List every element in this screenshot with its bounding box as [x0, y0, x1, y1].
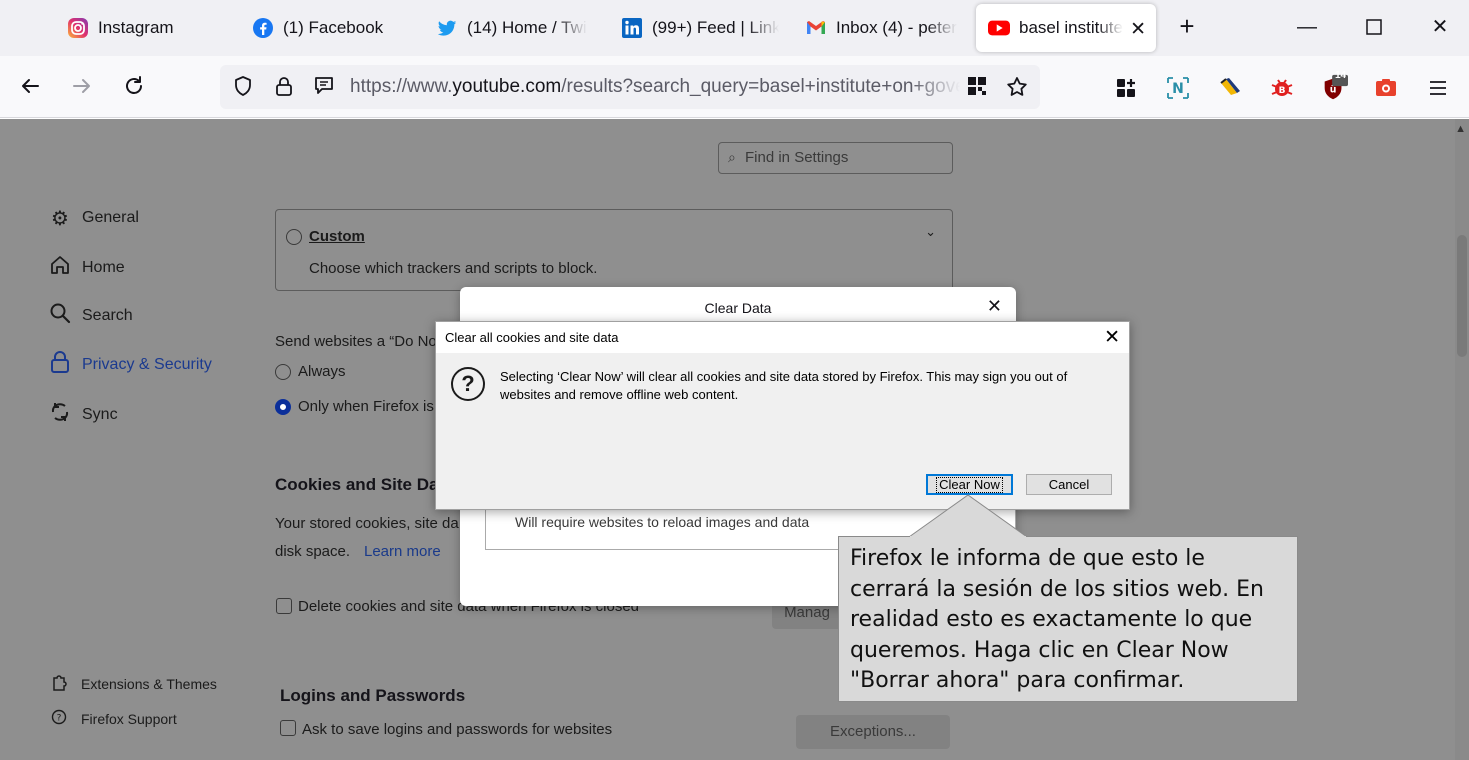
- cookies-heading: Cookies and Site Da: [275, 475, 439, 494]
- bookmark-star-icon[interactable]: [1005, 75, 1029, 99]
- exceptions-button[interactable]: Exceptions...: [796, 715, 950, 749]
- gear-icon: ⚙: [51, 207, 69, 230]
- tab-youtube-active[interactable]: basel institute ✕: [976, 4, 1156, 52]
- custom-label: Custom: [309, 228, 365, 245]
- puzzle-icon: [48, 673, 70, 695]
- scrollbar-thumb[interactable]: [1457, 235, 1467, 357]
- gmail-icon: [805, 17, 827, 39]
- minimize-button[interactable]: —: [1287, 10, 1327, 44]
- linkedin-icon: [621, 17, 643, 39]
- search-icon: [47, 302, 73, 330]
- extensions-themes-link[interactable]: Extensions & Themes: [48, 673, 217, 695]
- clear-cookies-confirm-dialog: Clear all cookies and site data ✕ ? Sele…: [435, 321, 1130, 510]
- reload-button[interactable]: [118, 70, 150, 102]
- instagram-icon: [67, 17, 89, 39]
- category-home[interactable]: Home: [47, 253, 125, 283]
- help-icon: ?: [48, 709, 70, 729]
- cookies-description-cont: disk space.: [275, 543, 351, 560]
- svg-text:ü: ü: [1330, 85, 1337, 96]
- new-tab-button[interactable]: +: [1172, 10, 1202, 44]
- back-button[interactable]: [14, 70, 46, 102]
- screenshot-extension-icon[interactable]: [1372, 74, 1400, 102]
- facebook-icon: [252, 17, 274, 39]
- chevron-down-icon[interactable]: ⌄: [925, 224, 936, 240]
- tab-strip: Instagram (1) Facebook (14) Home / Twi (…: [0, 0, 1469, 56]
- dnt-only-when-radio[interactable]: [275, 399, 291, 415]
- pencil-extension-icon[interactable]: [1216, 74, 1244, 102]
- maximize-button[interactable]: [1354, 10, 1394, 44]
- tab-linkedin[interactable]: (99+) Feed | Link: [621, 4, 779, 52]
- cache-description: Will require websites to reload images a…: [515, 514, 810, 530]
- lock-icon[interactable]: [272, 75, 296, 99]
- svg-text:?: ?: [57, 714, 62, 724]
- svg-text:B: B: [1279, 86, 1286, 96]
- tab-facebook[interactable]: (1) Facebook: [252, 4, 412, 52]
- dnt-always-label: Always: [298, 363, 346, 380]
- close-window-button[interactable]: ✕: [1420, 10, 1460, 44]
- dnt-always-radio[interactable]: [275, 364, 291, 380]
- custom-protection-card[interactable]: Custom Choose which trackers and scripts…: [275, 209, 953, 291]
- lock-icon: [47, 350, 73, 380]
- learn-more-link[interactable]: Learn more: [364, 543, 441, 560]
- category-search[interactable]: Search: [47, 301, 133, 331]
- ublock-extension-icon[interactable]: ü 14: [1320, 70, 1348, 102]
- scroll-up-arrow-icon[interactable]: ▲: [1455, 123, 1466, 135]
- clear-data-title: Clear Data: [704, 300, 772, 316]
- find-in-settings-input[interactable]: ⌕ Find in Settings: [718, 142, 953, 174]
- tab-gmail[interactable]: Inbox (4) - peter: [805, 4, 963, 52]
- category-privacy-security[interactable]: Privacy & Security: [47, 350, 212, 380]
- sync-icon: [47, 401, 73, 429]
- cookies-description: Your stored cookies, site da: [275, 515, 459, 532]
- dnt-label: Send websites a “Do No: [275, 333, 437, 350]
- bug-extension-icon[interactable]: B: [1268, 74, 1296, 102]
- navigation-toolbar: https://www.youtube.com/results?search_q…: [0, 56, 1469, 118]
- dnt-only-when-label: Only when Firefox is: [298, 398, 434, 415]
- category-sync[interactable]: Sync: [47, 400, 118, 430]
- close-dialog-icon[interactable]: ✕: [987, 296, 1002, 317]
- question-icon: ?: [451, 367, 485, 401]
- forward-button[interactable]: [66, 70, 98, 102]
- ask-save-logins-label: Ask to save logins and passwords for web…: [302, 721, 613, 738]
- close-icon[interactable]: ✕: [1104, 326, 1120, 349]
- custom-radio[interactable]: [286, 229, 302, 245]
- custom-description: Choose which trackers and scripts to blo…: [309, 260, 598, 277]
- qr-code-icon[interactable]: [965, 75, 989, 99]
- cancel-button[interactable]: Cancel: [1026, 474, 1112, 495]
- firefox-support-link[interactable]: ? Firefox Support: [48, 709, 177, 729]
- menu-hamburger-icon[interactable]: [1424, 74, 1452, 102]
- delete-cookies-checkbox[interactable]: [276, 598, 292, 614]
- clear-now-button[interactable]: Clear Now: [926, 474, 1013, 495]
- dialog-title: Clear all cookies and site data: [445, 330, 619, 345]
- scrollbar[interactable]: ▲: [1455, 119, 1469, 760]
- extension-grid-icon[interactable]: [1112, 74, 1140, 102]
- search-icon: ⌕: [728, 149, 736, 165]
- url-bar[interactable]: https://www.youtube.com/results?search_q…: [220, 65, 1040, 109]
- dialog-titlebar: Clear all cookies and site data ✕: [436, 322, 1129, 353]
- notion-extension-icon[interactable]: N: [1164, 74, 1192, 102]
- svg-text:N: N: [1172, 81, 1184, 97]
- extension-badge: 14: [1335, 70, 1347, 81]
- category-general[interactable]: ⚙ General: [47, 203, 139, 233]
- tutorial-callout: Firefox le informa de que esto le cerrar…: [838, 536, 1298, 702]
- reader-view-icon[interactable]: [312, 75, 336, 99]
- ask-save-logins-checkbox[interactable]: [280, 720, 296, 736]
- youtube-icon: [988, 17, 1010, 39]
- shield-icon[interactable]: [231, 75, 255, 99]
- twitter-icon: [436, 17, 458, 39]
- dialog-message: Selecting ‘Clear Now’ will clear all coo…: [500, 369, 1068, 402]
- tab-instagram[interactable]: Instagram: [67, 4, 217, 52]
- url-text[interactable]: https://www.youtube.com/results?search_q…: [350, 76, 960, 98]
- logins-heading: Logins and Passwords: [280, 686, 466, 705]
- home-icon: [47, 254, 73, 282]
- close-tab-icon[interactable]: ✕: [1130, 18, 1146, 41]
- tab-twitter[interactable]: (14) Home / Twi: [436, 4, 594, 52]
